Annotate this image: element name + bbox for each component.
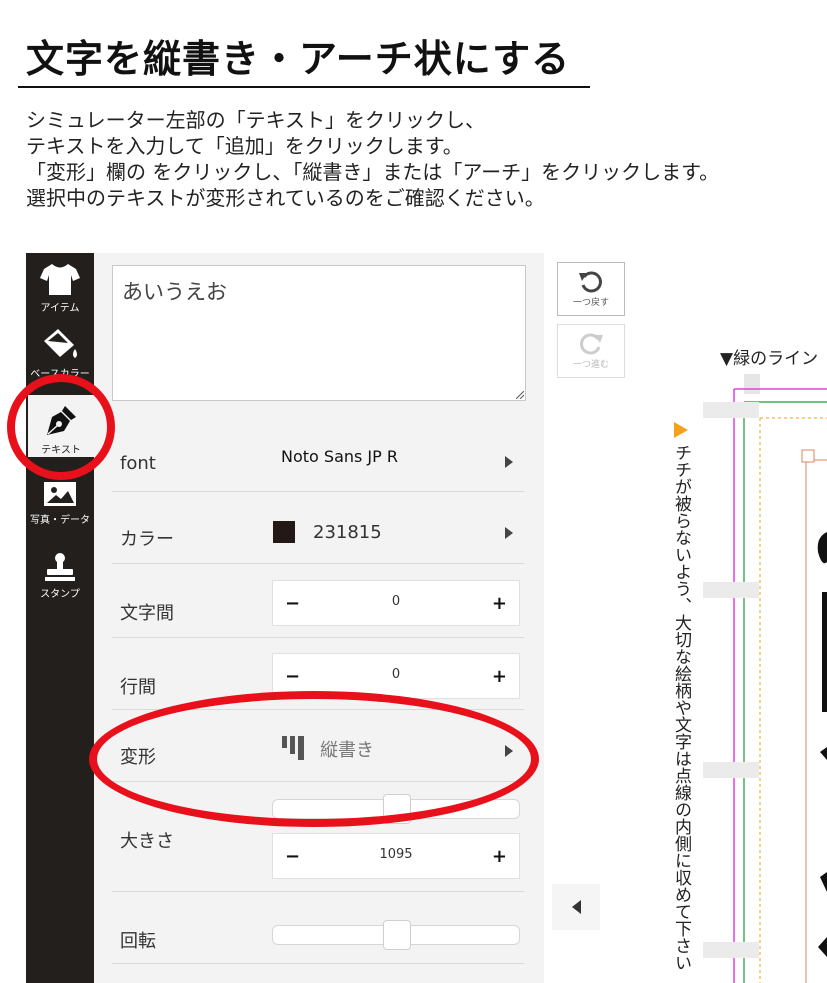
size-label: 大きさ bbox=[120, 831, 174, 852]
instruction-line: 選択中のテキストが変形されているのをご確認ください。 bbox=[26, 186, 545, 210]
slider-thumb[interactable] bbox=[383, 920, 411, 950]
sidebar-item-label: スタンプ bbox=[40, 589, 80, 600]
instruction-line: シミュレーター左部の「テキスト」をクリックし、 bbox=[26, 108, 485, 132]
rotation-row: 回転 bbox=[112, 891, 524, 964]
redo-button[interactable]: 一つ進む bbox=[557, 324, 625, 378]
line-spacing-label: 行間 bbox=[120, 677, 156, 698]
sidebar-item-label: アイテム bbox=[40, 303, 80, 314]
increment-button[interactable]: + bbox=[492, 666, 507, 687]
letter-spacing-value[interactable]: 0 bbox=[333, 594, 459, 609]
sidebar-item-item[interactable]: アイテム bbox=[26, 253, 94, 315]
decrement-button[interactable]: − bbox=[285, 593, 300, 614]
stamp-icon bbox=[45, 553, 75, 581]
text-editor-panel: あいうえお font Noto Sans JP R カラー 231815 文字間… bbox=[94, 253, 544, 983]
chevron-right-icon[interactable] bbox=[505, 527, 513, 539]
color-label: カラー bbox=[120, 529, 174, 550]
sidebar-item-base-color[interactable]: ベースカラー bbox=[26, 319, 94, 381]
text-input[interactable]: あいうえお bbox=[112, 265, 526, 401]
title-underline bbox=[18, 86, 590, 88]
resize-grip-icon[interactable] bbox=[516, 391, 524, 399]
line-spacing-value[interactable]: 0 bbox=[333, 667, 459, 682]
undo-button[interactable]: 一つ戻す bbox=[557, 262, 625, 316]
instruction-line: テキストを入力して「追加」をクリックします。 bbox=[26, 134, 463, 158]
highlight-ring-text-tool bbox=[7, 374, 115, 480]
font-value: Noto Sans JP R bbox=[281, 447, 398, 466]
green-line-label: ▼緑のライン bbox=[720, 349, 819, 369]
instructions: シミュレーター左部の「テキスト」をクリックし、 テキストを入力して「追加」をクリ… bbox=[26, 107, 719, 211]
sidebar-item-label: 写真・データ bbox=[30, 515, 90, 526]
orange-marker-icon bbox=[674, 422, 688, 438]
design-canvas[interactable] bbox=[700, 372, 827, 983]
tshirt-icon bbox=[40, 264, 80, 295]
color-row[interactable]: カラー 231815 bbox=[112, 491, 524, 564]
image-icon bbox=[44, 482, 76, 506]
decrement-button[interactable]: − bbox=[285, 666, 300, 687]
page-title: 文字を縦書き・アーチ状にする bbox=[26, 37, 571, 81]
safe-area-note: チチが被らないよう、大切な絵柄や文字は点線の内側に収めて下さい bbox=[671, 444, 691, 971]
increment-button[interactable]: + bbox=[492, 593, 507, 614]
sidebar-item-photo[interactable]: 写真・データ bbox=[26, 471, 94, 533]
rotation-slider[interactable] bbox=[272, 920, 520, 950]
collapse-panel-button[interactable] bbox=[552, 884, 600, 930]
color-value: 231815 bbox=[313, 522, 382, 543]
redo-icon bbox=[580, 333, 603, 355]
sidebar-item-stamp[interactable]: スタンプ bbox=[26, 543, 94, 605]
letter-spacing-stepper: − 0 + bbox=[272, 580, 520, 626]
paint-bucket-icon bbox=[44, 329, 77, 358]
increment-button[interactable]: + bbox=[492, 846, 507, 867]
chevron-right-icon[interactable] bbox=[505, 456, 513, 468]
letter-spacing-row: 文字間 − 0 + bbox=[112, 563, 524, 638]
font-label: font bbox=[120, 453, 156, 474]
chevron-left-icon bbox=[572, 900, 581, 914]
undo-icon bbox=[579, 271, 602, 293]
undo-label: 一つ戻す bbox=[572, 298, 609, 308]
instruction-line: 「変形」欄の をクリックし、「縦書き」または「アーチ」をクリックします。 bbox=[26, 160, 720, 184]
size-stepper: − 1095 + bbox=[272, 833, 520, 879]
font-row[interactable]: font Noto Sans JP R bbox=[112, 421, 524, 492]
decrement-button[interactable]: − bbox=[285, 846, 300, 867]
canvas-guides bbox=[703, 374, 827, 983]
tool-sidebar: アイテム ベースカラー テキスト 写真・データ スタンプ bbox=[26, 253, 94, 983]
letter-spacing-label: 文字間 bbox=[120, 603, 174, 624]
rotation-label: 回転 bbox=[120, 931, 156, 952]
size-value[interactable]: 1095 bbox=[333, 847, 459, 862]
redo-label: 一つ進む bbox=[572, 360, 609, 370]
color-swatch[interactable] bbox=[273, 521, 295, 543]
highlight-ring-transform bbox=[89, 691, 539, 827]
